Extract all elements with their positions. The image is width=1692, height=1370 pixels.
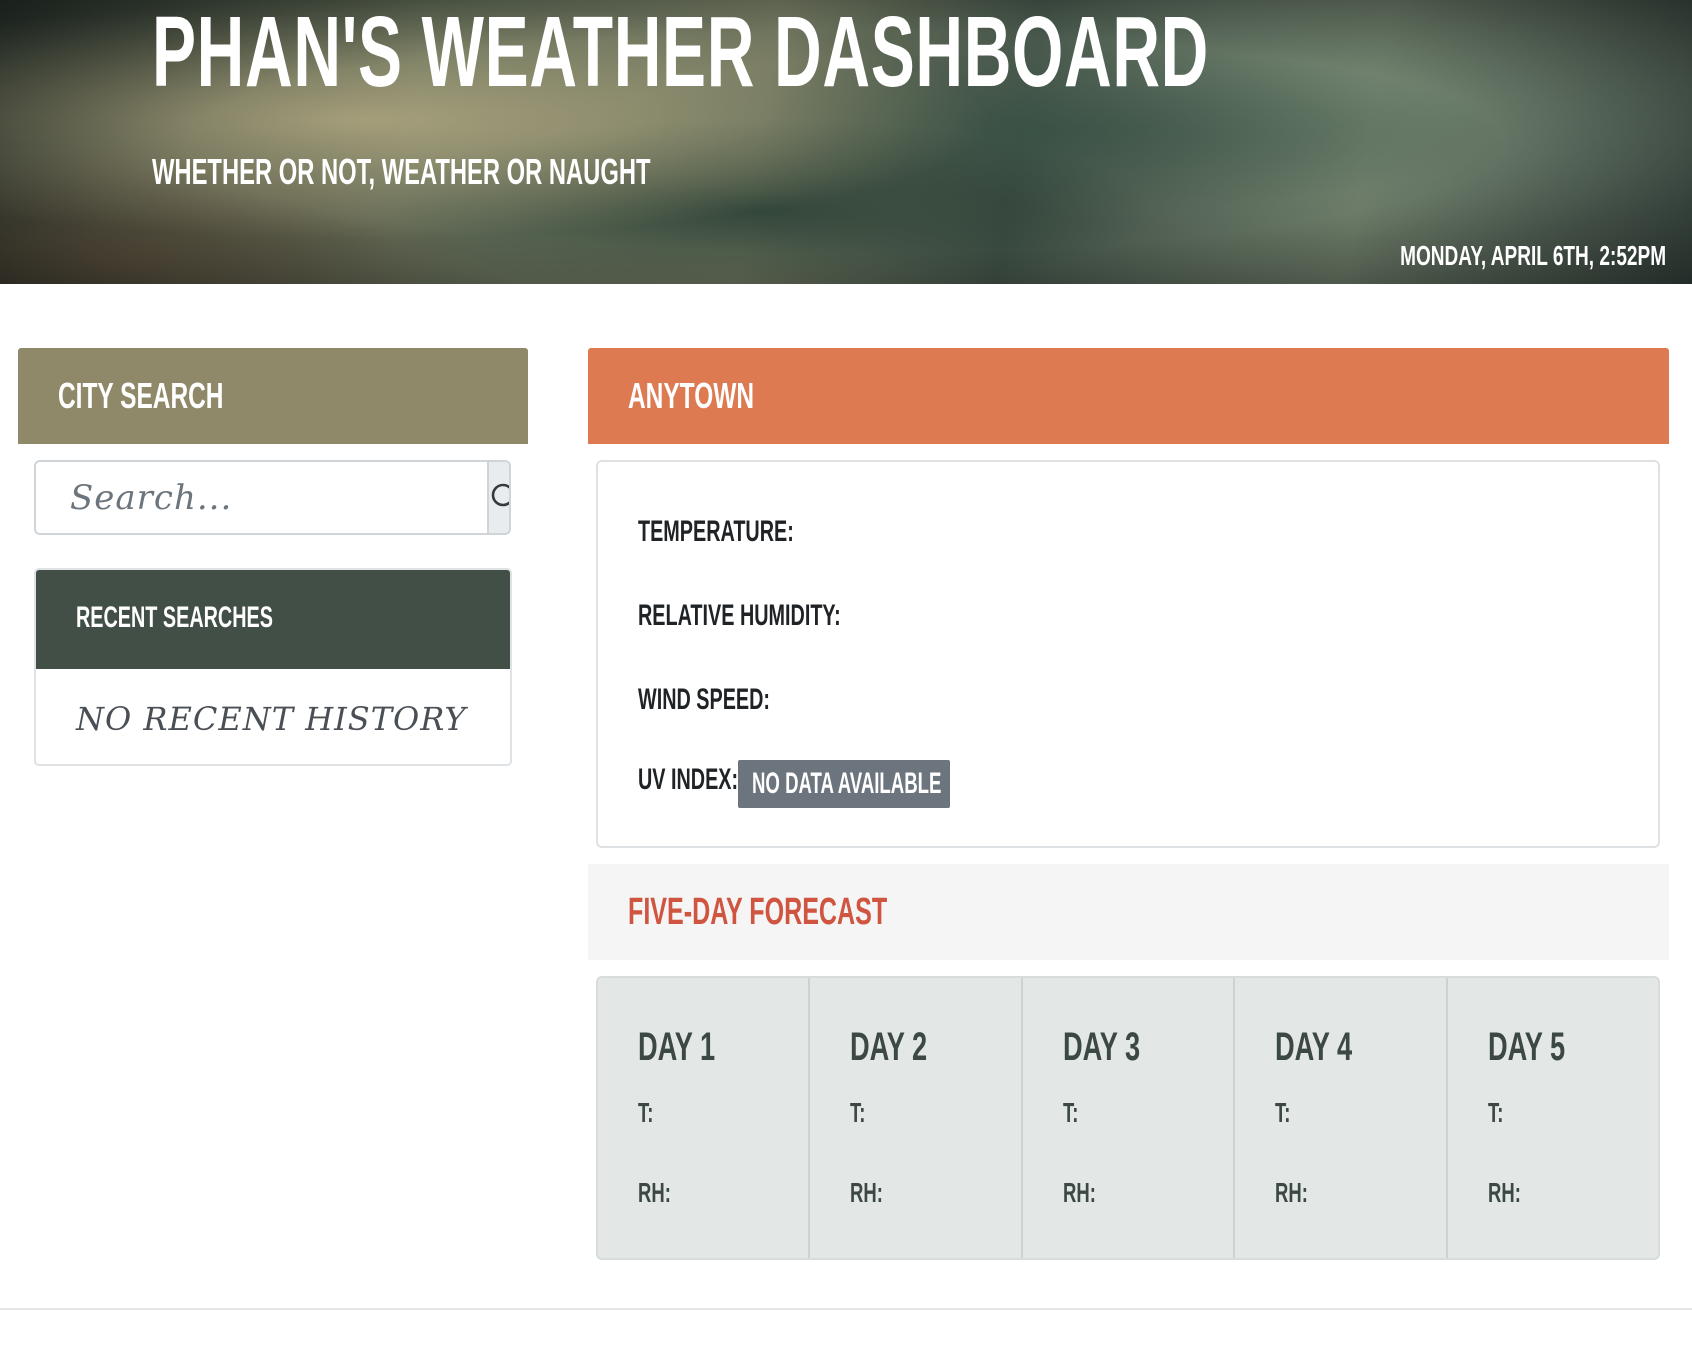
forecast-day-humidity: RH: xyxy=(850,1176,900,1210)
forecast-day-humidity-text: RH: xyxy=(1062,1177,1096,1208)
uv-index-label-text: UV INDEX: xyxy=(638,763,739,796)
city-search-title: CITY SEARCH xyxy=(58,374,301,418)
forecast-day-temperature-text: T: xyxy=(1487,1097,1504,1128)
forecast-header: FIVE-DAY FORECAST xyxy=(588,864,1669,960)
forecast-day: DAY 2 T: RH: xyxy=(810,978,1023,1258)
city-search-title-text: CITY SEARCH xyxy=(58,375,224,416)
forecast-day: DAY 1 T: RH: xyxy=(598,978,811,1258)
footer-divider xyxy=(0,1308,1692,1310)
forecast-day-title-text: DAY 5 xyxy=(1487,1025,1565,1069)
forecast-day-title-text: DAY 4 xyxy=(1275,1025,1353,1069)
page-title: PHAN'S WEATHER DASHBOARD xyxy=(152,0,1692,104)
forecast-grid: DAY 1 T: RH: DAY 2 T: RH: DAY 3 T: RH: D… xyxy=(596,976,1660,1260)
search-icon xyxy=(491,483,509,506)
forecast-day-title: DAY 1 xyxy=(638,1024,751,1070)
uv-index-badge: NO DATA AVAILABLE xyxy=(738,760,950,808)
uv-index-badge-text: NO DATA AVAILABLE xyxy=(752,767,942,800)
humidity-label: RELATIVE HUMIDITY: xyxy=(638,598,945,634)
search-button[interactable] xyxy=(487,462,509,533)
forecast-title: FIVE-DAY FORECAST xyxy=(628,890,1021,934)
forecast-day-humidity-text: RH: xyxy=(850,1177,884,1208)
search-input[interactable] xyxy=(36,462,487,533)
page-title-text: PHAN'S WEATHER DASHBOARD xyxy=(152,0,1209,108)
forecast-day-title: DAY 4 xyxy=(1275,1024,1388,1070)
current-city-name: ANYTOWN xyxy=(628,374,813,418)
forecast-title-text: FIVE-DAY FORECAST xyxy=(628,891,888,933)
current-city-name-text: ANYTOWN xyxy=(628,375,755,416)
page-subtitle: WHETHER OR NOT, WEATHER OR NAUGHT xyxy=(152,150,907,194)
forecast-day-title-text: DAY 2 xyxy=(850,1025,928,1069)
forecast-day-temperature-text: T: xyxy=(1275,1097,1291,1128)
hero-banner: PHAN'S WEATHER DASHBOARD WHETHER OR NOT,… xyxy=(0,0,1692,284)
forecast-day-temperature: T: xyxy=(638,1096,661,1130)
forecast-day-humidity-text: RH: xyxy=(1487,1177,1521,1208)
forecast-day: DAY 5 T: RH: xyxy=(1448,978,1658,1258)
forecast-day-temperature-text: T: xyxy=(850,1097,866,1128)
forecast-day-humidity: RH: xyxy=(1275,1176,1325,1210)
recent-searches-card: RECENT SEARCHES NO RECENT HISTORY xyxy=(34,568,512,766)
forecast-day-title: DAY 2 xyxy=(850,1024,963,1070)
current-datetime-text: MONDAY, APRIL 6TH, 2:52PM xyxy=(1400,240,1666,271)
recent-searches-empty: NO RECENT HISTORY xyxy=(76,700,467,738)
temperature-label-text: TEMPERATURE: xyxy=(638,515,794,548)
recent-searches-header: RECENT SEARCHES xyxy=(36,570,510,669)
humidity-label-text: RELATIVE HUMIDITY: xyxy=(638,599,841,632)
current-weather-card: TEMPERATURE: RELATIVE HUMIDITY: WIND SPE… xyxy=(596,460,1660,848)
wind-speed-label-text: WIND SPEED: xyxy=(638,683,771,716)
forecast-day-temperature: T: xyxy=(850,1096,873,1130)
forecast-day-temperature: T: xyxy=(1063,1096,1086,1130)
forecast-day-title-text: DAY 3 xyxy=(1062,1025,1140,1069)
forecast-day-humidity: RH: xyxy=(1063,1176,1113,1210)
forecast-day-temperature-text: T: xyxy=(638,1097,654,1128)
recent-searches-title-text: RECENT SEARCHES xyxy=(76,601,273,634)
city-search-header: CITY SEARCH xyxy=(18,348,528,444)
forecast-day-title: DAY 3 xyxy=(1063,1024,1176,1070)
forecast-day-humidity: RH: xyxy=(638,1176,688,1210)
forecast-day-humidity: RH: xyxy=(1488,1176,1538,1210)
recent-searches-title: RECENT SEARCHES xyxy=(76,600,374,636)
forecast-day: DAY 4 T: RH: xyxy=(1235,978,1448,1258)
current-datetime: MONDAY, APRIL 6TH, 2:52PM xyxy=(1275,238,1666,274)
forecast-day-temperature-text: T: xyxy=(1062,1097,1079,1128)
search-group xyxy=(34,460,511,535)
wind-speed-label: WIND SPEED: xyxy=(638,682,838,718)
forecast-day-temperature: T: xyxy=(1275,1096,1298,1130)
forecast-day: DAY 3 T: RH: xyxy=(1023,978,1236,1258)
forecast-day-title: DAY 5 xyxy=(1488,1024,1601,1070)
forecast-day-title-text: DAY 1 xyxy=(638,1025,716,1069)
forecast-day-temperature: T: xyxy=(1488,1096,1511,1130)
temperature-label: TEMPERATURE: xyxy=(638,514,874,550)
current-city-header: ANYTOWN xyxy=(588,348,1669,444)
forecast-day-humidity-text: RH: xyxy=(638,1177,671,1208)
page-subtitle-text: WHETHER OR NOT, WEATHER OR NAUGHT xyxy=(152,151,651,192)
forecast-day-humidity-text: RH: xyxy=(1275,1177,1309,1208)
